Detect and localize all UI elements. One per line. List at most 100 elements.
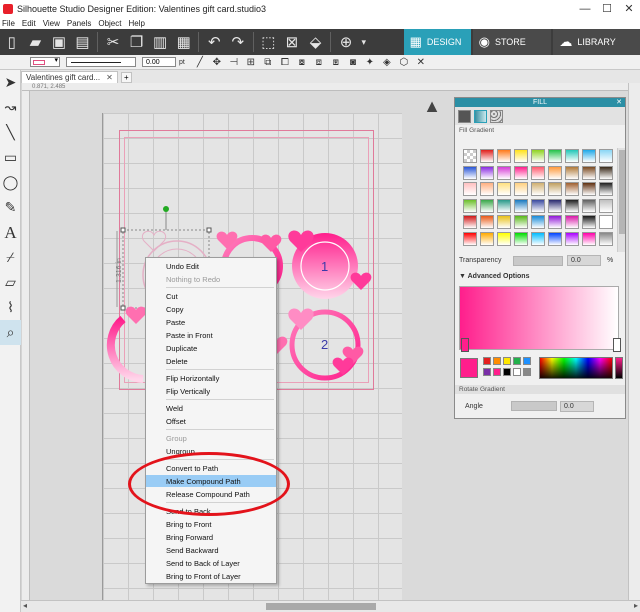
gradient-swatch[interactable]: [599, 182, 613, 196]
line-draw-icon[interactable]: ╲: [0, 120, 21, 145]
gradient-swatch[interactable]: [497, 198, 511, 213]
pattern-fill-icon[interactable]: [490, 109, 503, 123]
angle-slider[interactable]: [511, 401, 557, 411]
menu-item-redo[interactable]: Nothing to Redo: [146, 273, 276, 285]
gradient-swatch[interactable]: [565, 165, 579, 180]
open-folder-icon[interactable]: ▰: [24, 31, 48, 53]
gradient-swatch[interactable]: [480, 165, 494, 180]
color-spectrum[interactable]: [539, 357, 613, 379]
menu-item-bring-to-front[interactable]: Bring to Front: [146, 518, 276, 530]
gradient-swatch[interactable]: [531, 182, 545, 196]
menu-item-offset[interactable]: Offset: [146, 415, 276, 427]
eyedropper-icon[interactable]: ⌕: [0, 320, 21, 345]
gradient-swatch[interactable]: [565, 198, 579, 213]
cut-icon[interactable]: ✂: [101, 31, 125, 53]
text-icon[interactable]: A: [0, 220, 21, 245]
gradient-swatch[interactable]: [480, 215, 494, 229]
edit-points-icon[interactable]: ⬙: [304, 31, 328, 53]
gradient-swatch[interactable]: [480, 231, 494, 246]
eraser-icon[interactable]: ▱: [0, 270, 21, 295]
brush-icon[interactable]: ⌇: [0, 295, 21, 320]
redo-icon[interactable]: ↷: [226, 31, 250, 53]
gradient-swatch[interactable]: [463, 198, 477, 213]
swatch-scrollbar[interactable]: [617, 148, 625, 252]
document-tab[interactable]: Valentines gift card... ✕: [21, 71, 118, 83]
gradient-swatch[interactable]: [497, 231, 511, 246]
menu-item-weld[interactable]: Weld: [146, 402, 276, 414]
tab-design[interactable]: ▦ DESIGN: [403, 29, 471, 55]
gradient-swatch[interactable]: [514, 149, 528, 163]
gradient-swatch[interactable]: [497, 215, 511, 229]
menu-item-copy[interactable]: Copy: [146, 303, 276, 315]
menu-item-bring-forward[interactable]: Bring Forward: [146, 531, 276, 543]
brightness-bar[interactable]: [615, 357, 623, 379]
tab-library[interactable]: ☁ LIBRARY: [553, 29, 640, 55]
resize-handle[interactable]: [206, 227, 212, 233]
minimize-icon[interactable]: —: [574, 3, 596, 15]
gradient-swatch[interactable]: [548, 165, 562, 180]
gradient-swatch[interactable]: [599, 231, 613, 246]
current-color-swatch[interactable]: [460, 358, 478, 378]
gradient-swatch[interactable]: [463, 231, 477, 246]
menu-help[interactable]: Help: [128, 19, 144, 28]
align-icon[interactable]: ⊣: [227, 56, 241, 69]
line-width-field[interactable]: 0.00: [142, 57, 176, 67]
select-arrow-icon[interactable]: ➤: [0, 70, 21, 95]
resize-handle[interactable]: [120, 227, 126, 233]
gradient-swatch[interactable]: [565, 231, 579, 246]
close-tab-icon[interactable]: ✕: [106, 73, 113, 82]
gradient-swatch[interactable]: [497, 149, 511, 163]
3d-box-icon[interactable]: ⬡: [397, 56, 411, 69]
menu-item-send-to-back-of-layer[interactable]: Send to Back of Layer: [146, 557, 276, 569]
gradient-swatch[interactable]: [531, 165, 545, 180]
basic-color-pink[interactable]: [493, 368, 501, 376]
knife-icon[interactable]: ⌿: [0, 245, 21, 270]
menu-item-flip-vertically[interactable]: Flip Vertically: [146, 385, 276, 397]
gradient-swatch[interactable]: [531, 149, 545, 163]
menu-item-send-backward[interactable]: Send Backward: [146, 544, 276, 556]
advanced-options-toggle[interactable]: ▼ Advanced Options: [459, 273, 529, 280]
line-style-dropdown[interactable]: [66, 57, 136, 67]
replicate-icon[interactable]: ⧉: [261, 56, 275, 69]
delete-icon[interactable]: ▦: [172, 31, 196, 53]
gradient-swatch[interactable]: [599, 215, 613, 229]
gradient-swatch[interactable]: [599, 149, 613, 163]
group-icon[interactable]: ⧠: [278, 56, 292, 69]
gradient-swatch[interactable]: [582, 231, 596, 246]
gradient-swatch[interactable]: [480, 198, 494, 213]
transparency-slider[interactable]: [513, 256, 563, 266]
gradient-swatch[interactable]: [548, 149, 562, 163]
basic-color-purple[interactable]: [483, 368, 491, 376]
gradient-swatch[interactable]: [514, 182, 528, 196]
menu-item-bring-to-front-of-layer[interactable]: Bring to Front of Layer: [146, 570, 276, 582]
swatch-scroll-thumb[interactable]: [619, 150, 625, 234]
scrollbar-thumb[interactable]: [266, 603, 376, 610]
menu-panels[interactable]: Panels: [67, 19, 91, 28]
gradient-swatch[interactable]: [548, 215, 562, 229]
gradient-swatch[interactable]: [463, 165, 477, 180]
menu-item-group[interactable]: Group: [146, 432, 276, 444]
menu-item-flip-horizontally[interactable]: Flip Horizontally: [146, 372, 276, 384]
gradient-swatch[interactable]: [514, 165, 528, 180]
select-all-icon[interactable]: ⬚: [257, 31, 281, 53]
gradient-swatch[interactable]: [548, 231, 562, 246]
gradient-swatch[interactable]: [514, 198, 528, 213]
paste-icon[interactable]: ▥: [148, 31, 172, 53]
gradient-swatch[interactable]: [582, 149, 596, 163]
gradient-swatch[interactable]: [514, 231, 528, 246]
angle-field[interactable]: 0.0: [560, 401, 594, 412]
rectangle-icon[interactable]: ▭: [0, 145, 21, 170]
gradient-fill-icon[interactable]: [474, 109, 487, 123]
gradient-swatch[interactable]: [480, 182, 494, 196]
zoom-dropdown-icon[interactable]: ▾: [358, 31, 370, 53]
gradient-swatch[interactable]: [582, 182, 596, 196]
menu-file[interactable]: File: [2, 19, 15, 28]
weld-icon[interactable]: ⧈: [312, 56, 326, 69]
pencil-icon[interactable]: ✎: [0, 195, 21, 220]
scale-icon[interactable]: ⊞: [244, 56, 258, 69]
gradient-swatch[interactable]: [463, 149, 477, 163]
transparency-field[interactable]: 0.0: [567, 255, 601, 266]
menu-object[interactable]: Object: [98, 19, 121, 28]
line-tool-icon[interactable]: ╱: [193, 56, 207, 69]
horizontal-scrollbar[interactable]: ◂ ▸: [21, 600, 640, 612]
